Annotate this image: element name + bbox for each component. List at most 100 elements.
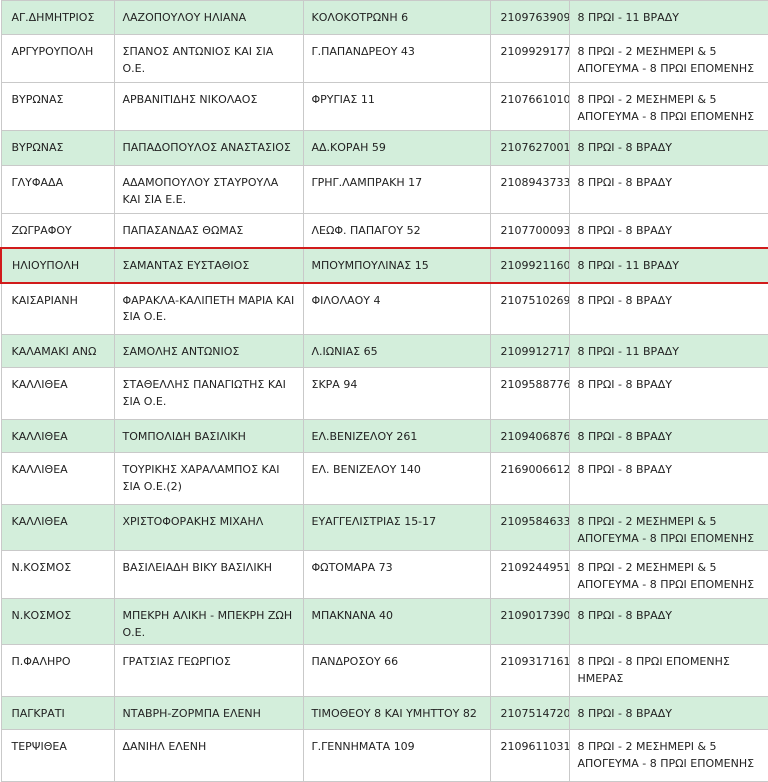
hours-cell: 8 ΠΡΩΙ - 2 ΜΕΣΗΜΕΡΙ & 5 ΑΠΟΓΕΥΜΑ - 8 ΠΡΩ… <box>568 82 768 131</box>
area-cell: Π.ΦΑΛΗΡΟ <box>0 644 115 697</box>
hours-cell: 8 ΠΡΩΙ - 8 ΒΡΑΔΥ <box>568 452 768 505</box>
hours-cell: 8 ΠΡΩΙ - 11 ΒΡΑΔΥ <box>568 334 768 368</box>
address-cell: ΦΡΥΓΙΑΣ 11 <box>302 82 491 131</box>
address-cell: ΣΚΡΑ 94 <box>302 367 491 420</box>
phone-cell: 2109584633 <box>489 504 570 551</box>
area-cell: ΚΑΙΣΑΡΙΑΝΗ <box>0 282 115 335</box>
address-cell: ΛΕΩΦ. ΠΑΠΑΓΟΥ 52 <box>302 213 491 248</box>
hours-cell: 8 ΠΡΩΙ - 2 ΜΕΣΗΜΕΡΙ & 5 ΑΠΟΓΕΥΜΑ - 8 ΠΡΩ… <box>568 729 768 782</box>
phone-cell: 2109017390 <box>489 598 570 645</box>
address-cell: ΚΟΛΟΚΟΤΡΩΝΗ 6 <box>302 0 491 35</box>
phone-cell: 2109406876 <box>489 419 570 453</box>
area-cell: ΚΑΛΛΙΘΕΑ <box>0 419 115 453</box>
table-row: ΠΑΓΚΡΑΤΙ ΝΤΑΒΡΗ-ΖΟΡΜΠΑ ΕΛΕΝΗ ΤΙΜΟΘΕΟΥ 8 ΚΑ… <box>0 696 768 730</box>
address-cell: Λ.ΙΩΝΙΑΣ 65 <box>302 334 491 368</box>
phone-cell: 2109763909 <box>489 0 570 35</box>
table-row: ΤΕΡΨΙΘΕΑ ΔΑΝΙΗΛ ΕΛΕΝΗ Γ.ΓΕΝΝΗΜΑΤΑ 109 21096… <box>0 729 768 782</box>
table-row: ΚΑΙΣΑΡΙΑΝΗ ΦΑΡΑΚΛΑ-ΚΑΛΙΠΕΤΗ ΜΑΡΙΑ ΚΑΙ ΣΙΑ… <box>0 282 768 335</box>
area-cell: ΤΕΡΨΙΘΕΑ <box>0 729 115 782</box>
address-cell: ΜΠΑΚΝΑΝΑ 40 <box>302 598 491 645</box>
table-row: ΚΑΛΛΙΘΕΑ ΣΤΑΘΕΛΛΗΣ ΠΑΝΑΓΙΩΤΗΣ ΚΑΙ ΣΙΑ Ο.Ε… <box>0 367 768 420</box>
pharmacy-name-cell: ΔΑΝΙΗΛ ΕΛΕΝΗ <box>113 729 304 782</box>
hours-cell: 8 ΠΡΩΙ - 8 ΒΡΑΔΥ <box>568 367 768 420</box>
area-cell: ΑΡΓΥΡΟΥΠΟΛΗ <box>0 34 115 83</box>
hours-cell: 8 ΠΡΩΙ - 2 ΜΕΣΗΜΕΡΙ & 5 ΑΠΟΓΕΥΜΑ - 8 ΠΡΩ… <box>568 504 768 551</box>
hours-cell: 8 ΠΡΩΙ - 8 ΒΡΑΔΥ <box>568 419 768 453</box>
phone-cell: 2109611031 <box>489 729 570 782</box>
phone-cell: 2107661010 <box>489 82 570 131</box>
pharmacy-name-cell: ΝΤΑΒΡΗ-ΖΟΡΜΠΑ ΕΛΕΝΗ <box>113 696 304 730</box>
hours-cell: 8 ΠΡΩΙ - 8 ΒΡΑΔΥ <box>568 696 768 730</box>
hours-cell: 8 ΠΡΩΙ - 2 ΜΕΣΗΜΕΡΙ & 5 ΑΠΟΓΕΥΜΑ - 8 ΠΡΩ… <box>568 34 768 83</box>
pharmacy-name-cell: ΑΔΑΜΟΠΟΥΛΟΥ ΣΤΑΥΡΟΥΛΑ ΚΑΙ ΣΙΑ Ε.Ε. <box>113 165 304 214</box>
phone-cell: 2109588776 <box>489 367 570 420</box>
pharmacy-name-cell: ΣΠΑΝΟΣ ΑΝΤΩΝΙΟΣ ΚΑΙ ΣΙΑ Ο.Ε. <box>113 34 304 83</box>
table-row: ΒΥΡΩΝΑΣ ΑΡΒΑΝΙΤΙΔΗΣ ΝΙΚΟΛΑΟΣ ΦΡΥΓΙΑΣ 11 210… <box>0 82 768 131</box>
phone-cell: 2107700093 <box>489 213 570 248</box>
highlighted-table-row: ΗΛΙΟΥΠΟΛΗ ΣΑΜΑΝΤΑΣ ΕΥΣΤΑΘΙΟΣ ΜΠΟΥΜΠΟΥΛΙΝΑΣ… <box>0 246 768 284</box>
hours-cell: 8 ΠΡΩΙ - 8 ΒΡΑΔΥ <box>568 282 768 335</box>
table-row: ΑΡΓΥΡΟΥΠΟΛΗ ΣΠΑΝΟΣ ΑΝΤΩΝΙΟΣ ΚΑΙ ΣΙΑ Ο.Ε. Γ… <box>0 34 768 83</box>
area-cell: ΚΑΛΛΙΘΕΑ <box>0 452 115 505</box>
pharmacy-table-body: ΑΓ.ΔΗΜΗΤΡΙΟΣ ΛΑΖΟΠΟΥΛΟΥ ΗΛΙΑΝΑ ΚΟΛΟΚΟΤΡΩΝΗ… <box>0 0 768 782</box>
table-row: Π.ΦΑΛΗΡΟ ΓΡΑΤΣΙΑΣ ΓΕΩΡΓΙΟΣ ΠΑΝΔΡΟΣΟΥ 66 210… <box>0 644 768 697</box>
hours-cell: 8 ΠΡΩΙ - 11 ΒΡΑΔΥ <box>568 246 768 284</box>
phone-cell: 2169006612 <box>489 452 570 505</box>
area-cell: ΗΛΙΟΥΠΟΛΗ <box>0 246 115 284</box>
area-cell: Ν.ΚΟΣΜΟΣ <box>0 598 115 645</box>
phone-cell: 2107627001 <box>489 130 570 166</box>
pharmacy-name-cell: ΑΡΒΑΝΙΤΙΔΗΣ ΝΙΚΟΛΑΟΣ <box>113 82 304 131</box>
table-row: ΚΑΛΛΙΘΕΑ ΤΟΜΠΟΛΙΔΗ ΒΑΣΙΛΙΚΗ ΕΛ.ΒΕΝΙΖΕΛΟΥ 2… <box>0 419 768 453</box>
area-cell: ΖΩΓΡΑΦΟΥ <box>0 213 115 248</box>
pharmacy-name-cell: ΣΑΜΑΝΤΑΣ ΕΥΣΤΑΘΙΟΣ <box>113 246 304 284</box>
pharmacy-name-cell: ΣΤΑΘΕΛΛΗΣ ΠΑΝΑΓΙΩΤΗΣ ΚΑΙ ΣΙΑ Ο.Ε. <box>113 367 304 420</box>
table-row: Ν.ΚΟΣΜΟΣ ΒΑΣΙΛΕΙΑΔΗ ΒΙΚΥ ΒΑΣΙΛΙΚΗ ΦΩΤΟΜΑΡΑ… <box>0 550 768 599</box>
address-cell: ΦΙΛΟΛΑΟΥ 4 <box>302 282 491 335</box>
address-cell: Γ.ΓΕΝΝΗΜΑΤΑ 109 <box>302 729 491 782</box>
area-cell: ΒΥΡΩΝΑΣ <box>0 130 115 166</box>
area-cell: ΠΑΓΚΡΑΤΙ <box>0 696 115 730</box>
table-row: Ν.ΚΟΣΜΟΣ ΜΠΕΚΡΗ ΑΛΙΚΗ - ΜΠΕΚΡΗ ΖΩΗ Ο.Ε. ΜΠ… <box>0 598 768 645</box>
address-cell: ΓΡΗΓ.ΛΑΜΠΡΑΚΗ 17 <box>302 165 491 214</box>
table-row: ΚΑΛΑΜΑΚΙ ΑΝΩ ΣΑΜΟΛΗΣ ΑΝΤΩΝΙΟΣ Λ.ΙΩΝΙΑΣ 65 2… <box>0 334 768 368</box>
pharmacy-name-cell: ΛΑΖΟΠΟΥΛΟΥ ΗΛΙΑΝΑ <box>113 0 304 35</box>
area-cell: ΚΑΛΛΙΘΕΑ <box>0 367 115 420</box>
phone-cell: 2108943733 <box>489 165 570 214</box>
phone-cell: 2109912717 <box>489 334 570 368</box>
table-row: ΓΛΥΦΑΔΑ ΑΔΑΜΟΠΟΥΛΟΥ ΣΤΑΥΡΟΥΛΑ ΚΑΙ ΣΙΑ Ε.Ε… <box>0 165 768 214</box>
phone-cell: 2109317161 <box>489 644 570 697</box>
area-cell: Ν.ΚΟΣΜΟΣ <box>0 550 115 599</box>
address-cell: Γ.ΠΑΠΑΝΔΡΕΟΥ 43 <box>302 34 491 83</box>
phone-cell: 2107514720 <box>489 696 570 730</box>
area-cell: ΚΑΛΛΙΘΕΑ <box>0 504 115 551</box>
pharmacy-name-cell: ΣΑΜΟΛΗΣ ΑΝΤΩΝΙΟΣ <box>113 334 304 368</box>
pharmacy-name-cell: ΤΟΜΠΟΛΙΔΗ ΒΑΣΙΛΙΚΗ <box>113 419 304 453</box>
address-cell: ΤΙΜΟΘΕΟΥ 8 ΚΑΙ ΥΜΗΤΤΟΥ 82 <box>302 696 491 730</box>
hours-cell: 8 ΠΡΩΙ - 8 ΒΡΑΔΥ <box>568 165 768 214</box>
pharmacy-name-cell: ΦΑΡΑΚΛΑ-ΚΑΛΙΠΕΤΗ ΜΑΡΙΑ ΚΑΙ ΣΙΑ Ο.Ε. <box>113 282 304 335</box>
table-row: ΚΑΛΛΙΘΕΑ ΤΟΥΡΙΚΗΣ ΧΑΡΑΛΑΜΠΟΣ ΚΑΙ ΣΙΑ Ο.Ε.… <box>0 452 768 505</box>
pharmacy-name-cell: ΒΑΣΙΛΕΙΑΔΗ ΒΙΚΥ ΒΑΣΙΛΙΚΗ <box>113 550 304 599</box>
address-cell: ΦΩΤΟΜΑΡΑ 73 <box>302 550 491 599</box>
area-cell: ΚΑΛΑΜΑΚΙ ΑΝΩ <box>0 334 115 368</box>
address-cell: ΕΥΑΓΓΕΛΙΣΤΡΙΑΣ 15-17 <box>302 504 491 551</box>
pharmacy-name-cell: ΤΟΥΡΙΚΗΣ ΧΑΡΑΛΑΜΠΟΣ ΚΑΙ ΣΙΑ Ο.Ε.(2) <box>113 452 304 505</box>
pharmacy-table: ΑΓ.ΔΗΜΗΤΡΙΟΣ ΛΑΖΟΠΟΥΛΟΥ ΗΛΙΑΝΑ ΚΟΛΟΚΟΤΡΩΝΗ… <box>0 0 768 782</box>
area-cell: ΒΥΡΩΝΑΣ <box>0 82 115 131</box>
address-cell: ΑΔ.ΚΟΡΑΗ 59 <box>302 130 491 166</box>
pharmacy-name-cell: ΠΑΠΑΔΟΠΟΥΛΟΣ ΑΝΑΣΤΑΣΙΟΣ <box>113 130 304 166</box>
address-cell: ΜΠΟΥΜΠΟΥΛΙΝΑΣ 15 <box>302 246 491 284</box>
table-row: ΖΩΓΡΑΦΟΥ ΠΑΠΑΣΑΝΔΑΣ ΘΩΜΑΣ ΛΕΩΦ. ΠΑΠΑΓΟΥ 52… <box>0 213 768 248</box>
pharmacy-name-cell: ΜΠΕΚΡΗ ΑΛΙΚΗ - ΜΠΕΚΡΗ ΖΩΗ Ο.Ε. <box>113 598 304 645</box>
area-cell: ΑΓ.ΔΗΜΗΤΡΙΟΣ <box>0 0 115 35</box>
table-row: ΚΑΛΛΙΘΕΑ ΧΡΙΣΤΟΦΟΡΑΚΗΣ ΜΙΧΑΗΛ ΕΥΑΓΓΕΛΙΣΤΡΙ… <box>0 504 768 551</box>
pharmacy-name-cell: ΧΡΙΣΤΟΦΟΡΑΚΗΣ ΜΙΧΑΗΛ <box>113 504 304 551</box>
table-row: ΒΥΡΩΝΑΣ ΠΑΠΑΔΟΠΟΥΛΟΣ ΑΝΑΣΤΑΣΙΟΣ ΑΔ.ΚΟΡΑΗ 5… <box>0 130 768 166</box>
pharmacy-name-cell: ΓΡΑΤΣΙΑΣ ΓΕΩΡΓΙΟΣ <box>113 644 304 697</box>
address-cell: ΠΑΝΔΡΟΣΟΥ 66 <box>302 644 491 697</box>
hours-cell: 8 ΠΡΩΙ - 8 ΠΡΩΙ ΕΠΟΜΕΝΗΣ ΗΜΕΡΑΣ <box>568 644 768 697</box>
hours-cell: 8 ΠΡΩΙ - 11 ΒΡΑΔΥ <box>568 0 768 35</box>
area-cell: ΓΛΥΦΑΔΑ <box>0 165 115 214</box>
phone-cell: 2109244951 <box>489 550 570 599</box>
address-cell: ΕΛ.ΒΕΝΙΖΕΛΟΥ 261 <box>302 419 491 453</box>
